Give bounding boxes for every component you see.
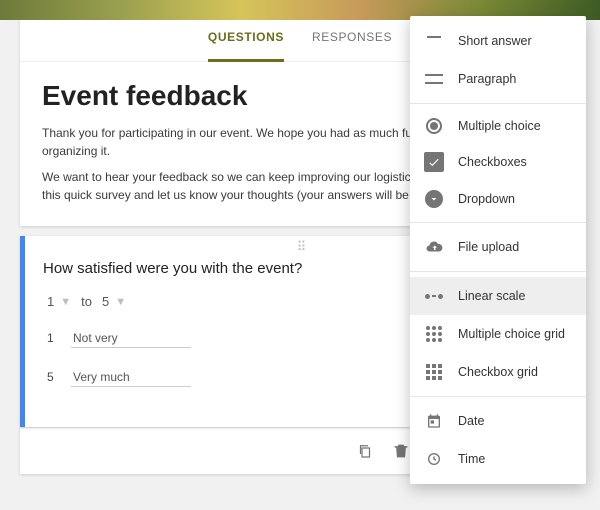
clock-icon <box>424 449 444 469</box>
menu-separator <box>410 222 586 223</box>
question-type-menu: Short answer Paragraph Multiple choice C… <box>410 16 586 484</box>
scale-label-max-num: 5 <box>47 370 57 384</box>
radio-icon <box>426 118 442 134</box>
menu-item-label: Checkboxes <box>458 155 527 169</box>
menu-item-file-upload[interactable]: File upload <box>410 228 586 266</box>
tab-responses[interactable]: RESPONSES <box>312 30 392 61</box>
menu-item-label: Multiple choice grid <box>458 327 565 341</box>
short-answer-icon <box>424 31 444 51</box>
menu-item-cb-grid[interactable]: Checkbox grid <box>410 353 586 391</box>
linear-scale-icon <box>424 286 444 306</box>
scale-label-min-input[interactable]: Not very <box>71 329 191 348</box>
calendar-icon <box>424 411 444 431</box>
menu-item-checkboxes[interactable]: Checkboxes <box>410 143 586 181</box>
dropdown-icon <box>425 190 443 208</box>
menu-item-dropdown[interactable]: Dropdown <box>410 181 586 217</box>
checkbox-icon <box>424 152 444 172</box>
menu-item-multiple-choice[interactable]: Multiple choice <box>410 109 586 143</box>
menu-item-mc-grid[interactable]: Multiple choice grid <box>410 315 586 353</box>
copy-icon <box>356 442 374 460</box>
menu-item-label: Time <box>458 452 485 466</box>
menu-separator <box>410 103 586 104</box>
menu-item-label: Linear scale <box>458 289 525 303</box>
menu-item-label: Paragraph <box>458 72 516 86</box>
tab-questions[interactable]: QUESTIONS <box>208 30 284 62</box>
chevron-down-icon: ▼ <box>60 296 71 308</box>
menu-item-label: Dropdown <box>458 192 515 206</box>
trash-icon <box>392 442 410 460</box>
scale-label-max-input[interactable]: Very much <box>71 368 191 387</box>
menu-item-date[interactable]: Date <box>410 402 586 440</box>
chevron-down-icon: ▼ <box>115 296 126 308</box>
scale-max-select[interactable]: 5 ▼ <box>102 294 126 309</box>
cb-grid-icon <box>424 362 444 382</box>
duplicate-button[interactable] <box>354 440 376 462</box>
menu-item-label: Checkbox grid <box>458 365 538 379</box>
mc-grid-icon <box>424 324 444 344</box>
menu-separator <box>410 396 586 397</box>
scale-min-value: 1 <box>47 294 54 309</box>
scale-min-select[interactable]: 1 ▼ <box>47 294 71 309</box>
scale-to-label: to <box>81 294 92 309</box>
menu-separator <box>410 271 586 272</box>
menu-item-label: Short answer <box>458 34 532 48</box>
paragraph-icon <box>424 69 444 89</box>
menu-item-linear-scale[interactable]: Linear scale <box>410 277 586 315</box>
cloud-upload-icon <box>424 237 444 257</box>
scale-max-value: 5 <box>102 294 109 309</box>
menu-item-short-answer[interactable]: Short answer <box>410 22 586 60</box>
menu-item-label: Multiple choice <box>458 119 541 133</box>
scale-label-min-num: 1 <box>47 331 57 345</box>
menu-item-paragraph[interactable]: Paragraph <box>410 60 586 98</box>
delete-button[interactable] <box>390 440 412 462</box>
menu-item-time[interactable]: Time <box>410 440 586 478</box>
menu-item-label: Date <box>458 414 484 428</box>
menu-item-label: File upload <box>458 240 519 254</box>
